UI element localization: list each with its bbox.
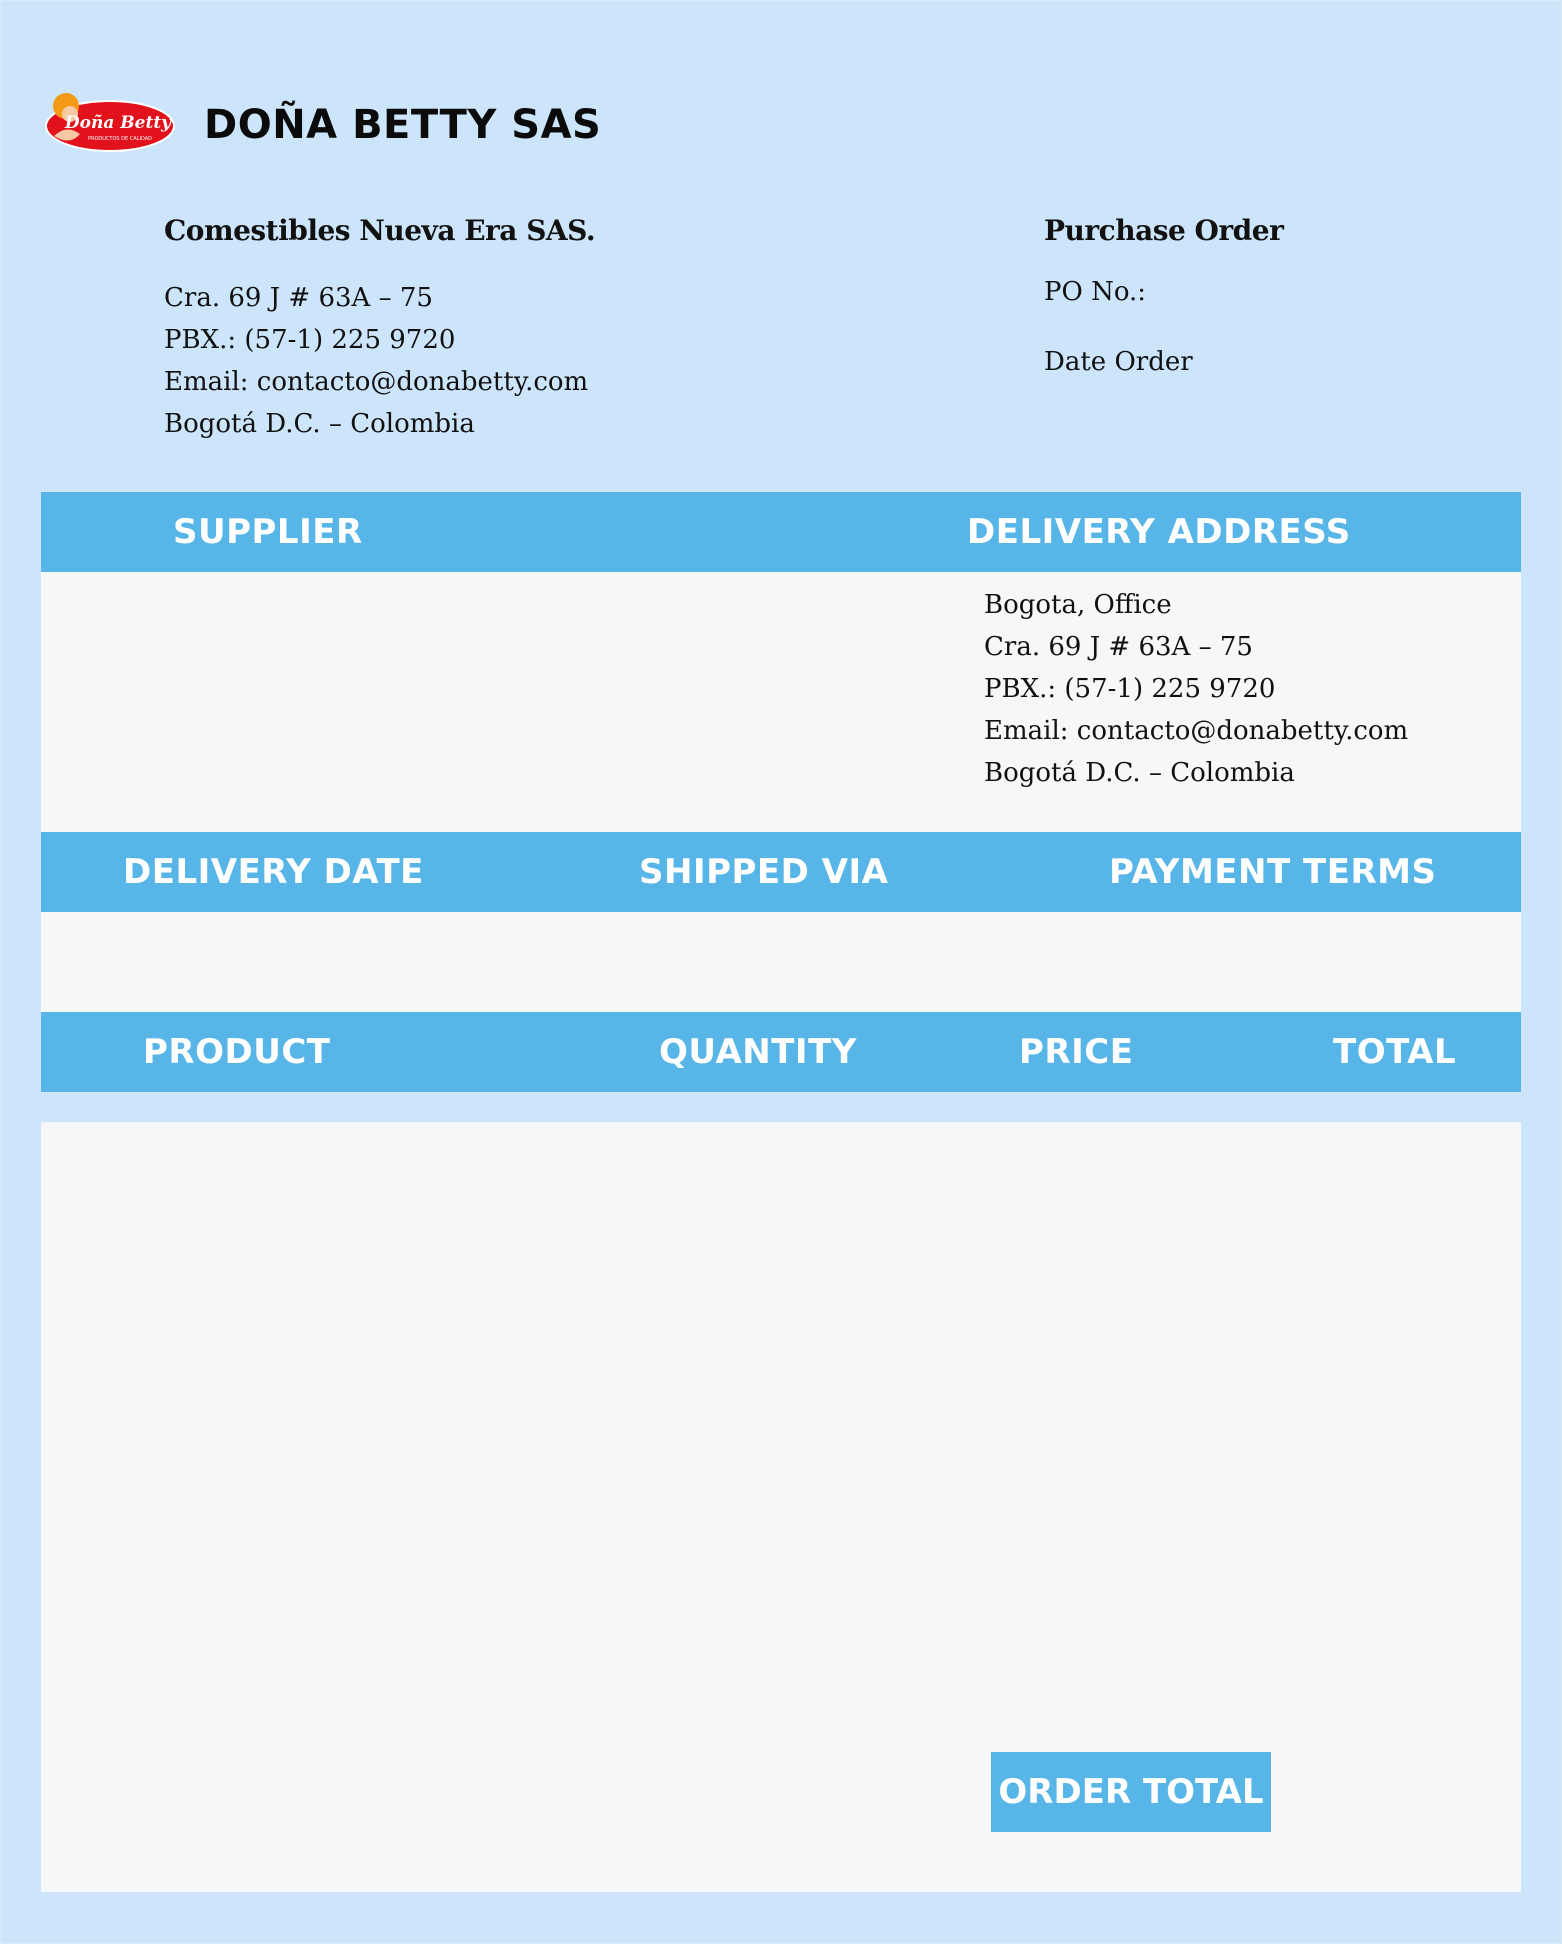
company-info: Comestibles Nueva Era SAS. Cra. 69 J # 6… <box>164 214 764 445</box>
delivery-office: Bogota, Office <box>984 590 1172 620</box>
shipping-header-bar: DELIVERY DATE SHIPPED VIA PAYMENT TERMS <box>41 832 1521 912</box>
company-email: Email: contacto@donabetty.com <box>164 367 589 397</box>
delivery-email: Email: contacto@donabetty.com <box>984 716 1409 746</box>
svg-text:Doña Betty: Doña Betty <box>64 113 172 133</box>
company-name: Comestibles Nueva Era SAS. <box>164 214 596 247</box>
order-total-label: ORDER TOTAL <box>991 1752 1271 1832</box>
payment-terms-heading: PAYMENT TERMS <box>1109 852 1437 892</box>
supplier-heading: SUPPLIER <box>173 512 363 552</box>
delivery-phone: PBX.: (57-1) 225 9720 <box>984 674 1276 704</box>
company-phone: PBX.: (57-1) 225 9720 <box>164 325 456 355</box>
price-heading: PRICE <box>1019 1032 1134 1072</box>
company-logo: Doña Betty PRODUCTOS DE CALIDAD <box>40 84 176 158</box>
delivery-street: Cra. 69 J # 63A – 75 <box>984 632 1253 662</box>
delivery-city: Bogotá D.C. – Colombia <box>984 758 1295 788</box>
total-heading: TOTAL <box>1333 1032 1457 1072</box>
product-items-panel <box>41 1122 1521 1892</box>
delivery-date-heading: DELIVERY DATE <box>123 852 424 892</box>
dona-betty-logo-icon: Doña Betty PRODUCTOS DE CALIDAD <box>45 93 175 152</box>
delivery-address-heading: DELIVERY ADDRESS <box>967 512 1351 552</box>
purchase-order-title: Purchase Order <box>1044 214 1284 247</box>
purchase-order-info: Purchase Order PO No.: Date Order <box>1044 214 1464 377</box>
shipped-via-heading: SHIPPED VIA <box>639 852 889 892</box>
product-heading: PRODUCT <box>143 1032 331 1072</box>
brand-name: DOÑA BETTY SAS <box>204 102 602 148</box>
svg-text:PRODUCTOS DE CALIDAD: PRODUCTOS DE CALIDAD <box>88 136 152 142</box>
product-header-bar: PRODUCT QUANTITY PRICE TOTAL <box>41 1012 1521 1092</box>
po-number-label: PO No.: <box>1044 277 1147 307</box>
shipping-panel <box>41 912 1521 1012</box>
quantity-heading: QUANTITY <box>659 1032 857 1072</box>
supplier-header-bar: SUPPLIER DELIVERY ADDRESS <box>41 492 1521 572</box>
date-order-label: Date Order <box>1044 347 1193 377</box>
company-address: Cra. 69 J # 63A – 75 <box>164 283 433 313</box>
company-city: Bogotá D.C. – Colombia <box>164 409 475 439</box>
delivery-address-block: Bogota, Office Cra. 69 J # 63A – 75 PBX.… <box>984 584 1408 794</box>
